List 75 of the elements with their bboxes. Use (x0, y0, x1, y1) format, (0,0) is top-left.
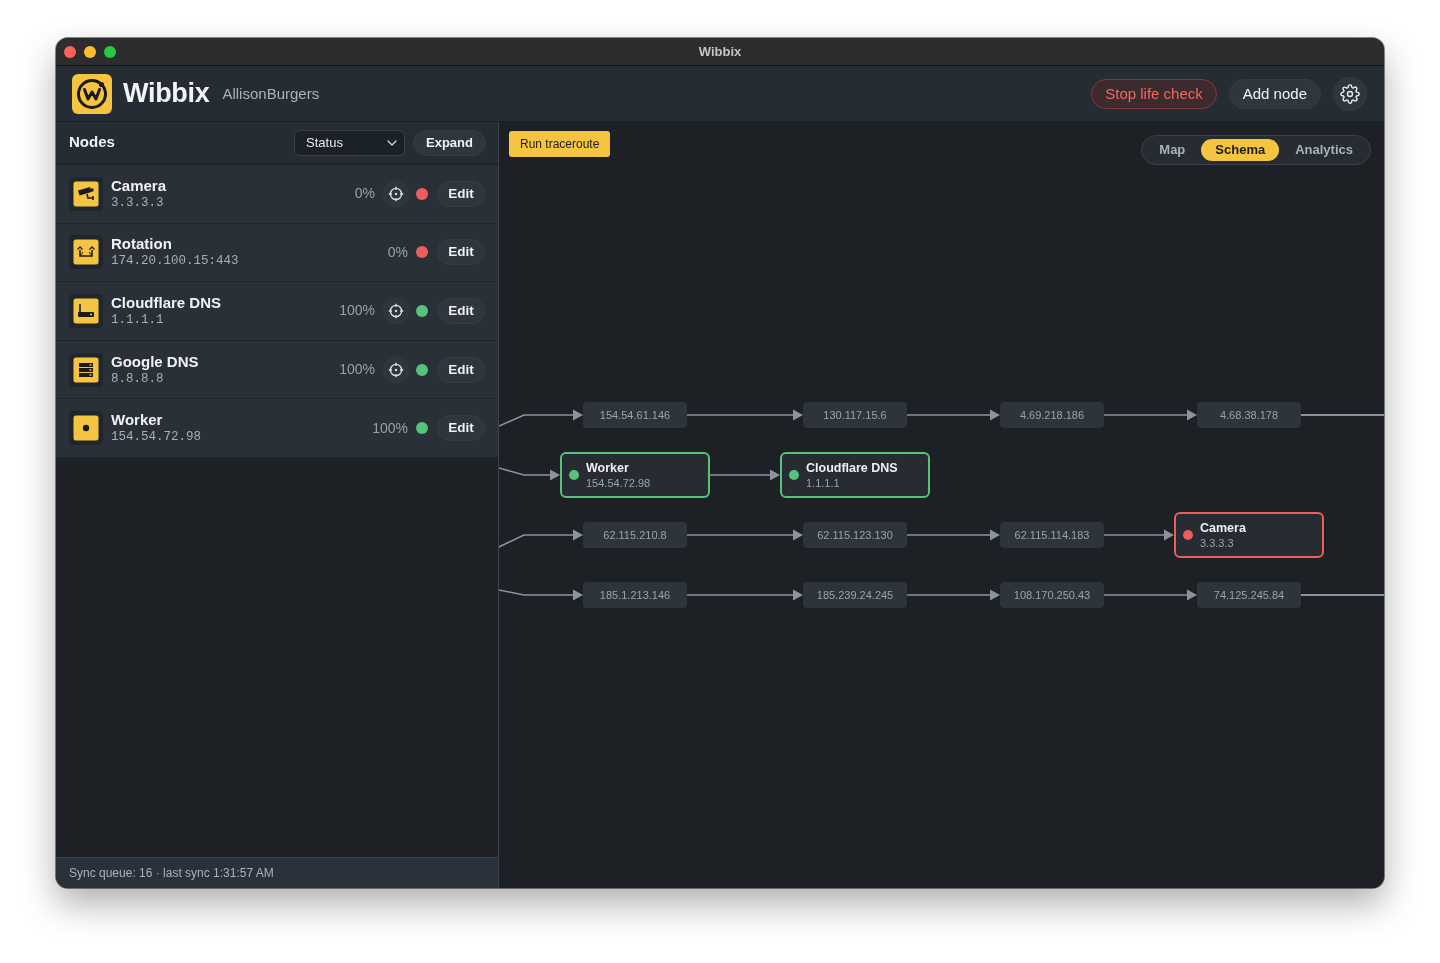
locate-button[interactable] (383, 356, 409, 383)
hop-node: 130.117.15.6 (803, 402, 907, 428)
crosshair-icon (388, 303, 404, 319)
node-address: 8.8.8.8 (111, 370, 165, 387)
node-address: 174.20.100.15:443 (111, 253, 239, 270)
expand-button[interactable]: Expand (413, 129, 486, 156)
hop-node: 4.69.218.186 (1000, 402, 1104, 428)
hop-node: 108.170.250.43 (1000, 582, 1104, 608)
settings-button[interactable] (1333, 76, 1367, 111)
settings-icon (1340, 83, 1360, 104)
edit-button[interactable]: Edit (437, 415, 485, 442)
window-close-button[interactable] (64, 45, 76, 58)
action-button[interactable]: Add node (1228, 78, 1321, 109)
view-tab[interactable]: Schema (1201, 139, 1280, 161)
arrow-connector (709, 469, 780, 481)
hop-node: 62.115.114.183 (1000, 522, 1104, 548)
edit-button[interactable]: Edit (437, 356, 485, 383)
window-zoom-button[interactable] (104, 45, 116, 58)
node-row[interactable]: Camera 3.3.3.3 0% Edit (56, 165, 498, 224)
router-icon (69, 294, 103, 328)
view-tab[interactable]: Map (1145, 139, 1200, 161)
uptime-percentage: 100% (339, 301, 375, 321)
locate-button[interactable] (383, 180, 409, 207)
node-name: Rotation (111, 235, 173, 254)
view-tab[interactable]: Analytics (1281, 139, 1367, 161)
arrow-connector (499, 467, 560, 481)
app-name: Wibbix (123, 80, 210, 107)
bracket-arrows-icon (69, 235, 103, 270)
graph-node-name: Cloudflare DNS (806, 460, 898, 476)
hop-node: 154.54.61.146 (583, 402, 687, 428)
logo-icon (72, 73, 112, 114)
traceroute-button[interactable]: Run traceroute (509, 131, 611, 157)
node-row[interactable]: Cloudflare DNS 1.1.1.1 100% Edit (56, 282, 498, 341)
graph-node-address: 3.3.3.3 (1200, 535, 1235, 550)
uptime-percentage: 0% (354, 184, 375, 204)
edit-button[interactable]: Edit (437, 239, 485, 266)
hop-node: 62.115.210.8 (583, 522, 687, 548)
uptime-percentage: 100% (372, 418, 408, 438)
uptime-percentage: 0% (387, 242, 408, 262)
node-address: 154.54.72.98 (111, 429, 201, 446)
uptime-percentage: 100% (339, 360, 375, 380)
status-dropdown[interactable]: Status (294, 129, 406, 156)
danger-action-button[interactable]: Stop life check (1091, 78, 1217, 109)
window-minimize-button[interactable] (84, 45, 96, 58)
node-row[interactable]: Rotation 174.20.100.15:443 0% Edit (56, 223, 498, 283)
arrow-connector (1103, 529, 1174, 541)
server-icon (69, 352, 103, 387)
node-name: Camera (111, 176, 167, 195)
window-title: Wibbix (698, 42, 742, 61)
hop-node: 74.125.245.84 (1197, 582, 1301, 608)
node-address: 1.1.1.1 (111, 312, 165, 328)
chevron-down-icon (387, 139, 398, 146)
edit-button[interactable]: Edit (437, 180, 485, 207)
graph-node-address: 1.1.1.1 (806, 475, 841, 490)
hop-node: 4.68.38.178 (1197, 402, 1301, 428)
crosshair-icon (388, 185, 404, 202)
crosshair-icon (388, 361, 404, 378)
edit-button[interactable]: Edit (437, 298, 485, 324)
locate-button[interactable] (383, 298, 409, 324)
hop-node: 62.115.123.130 (803, 522, 907, 548)
node-row[interactable]: Worker 154.54.72.98 100% Edit (56, 399, 498, 458)
sync-status-text: Sync queue: 16 · last sync 1:31:57 AM (69, 865, 274, 882)
node-address: 3.3.3.3 (111, 194, 165, 211)
node-name: Cloudflare DNS (111, 294, 221, 312)
panel-title: Nodes (69, 132, 115, 153)
node-name: Google DNS (111, 352, 199, 371)
hop-node: 185.239.24.245 (803, 582, 907, 608)
node-row[interactable]: Google DNS 8.8.8.8 100% Edit (56, 340, 498, 400)
graph-node-name: Camera (1200, 520, 1246, 536)
account-name: AllisonBurgers (222, 84, 320, 105)
graph-node-address: 154.54.72.98 (586, 475, 651, 490)
graph-node-name: Worker (586, 460, 630, 476)
cctv-camera-icon (69, 176, 103, 211)
hop-node: 185.1.213.146 (583, 582, 687, 608)
node-name: Worker (111, 411, 164, 430)
